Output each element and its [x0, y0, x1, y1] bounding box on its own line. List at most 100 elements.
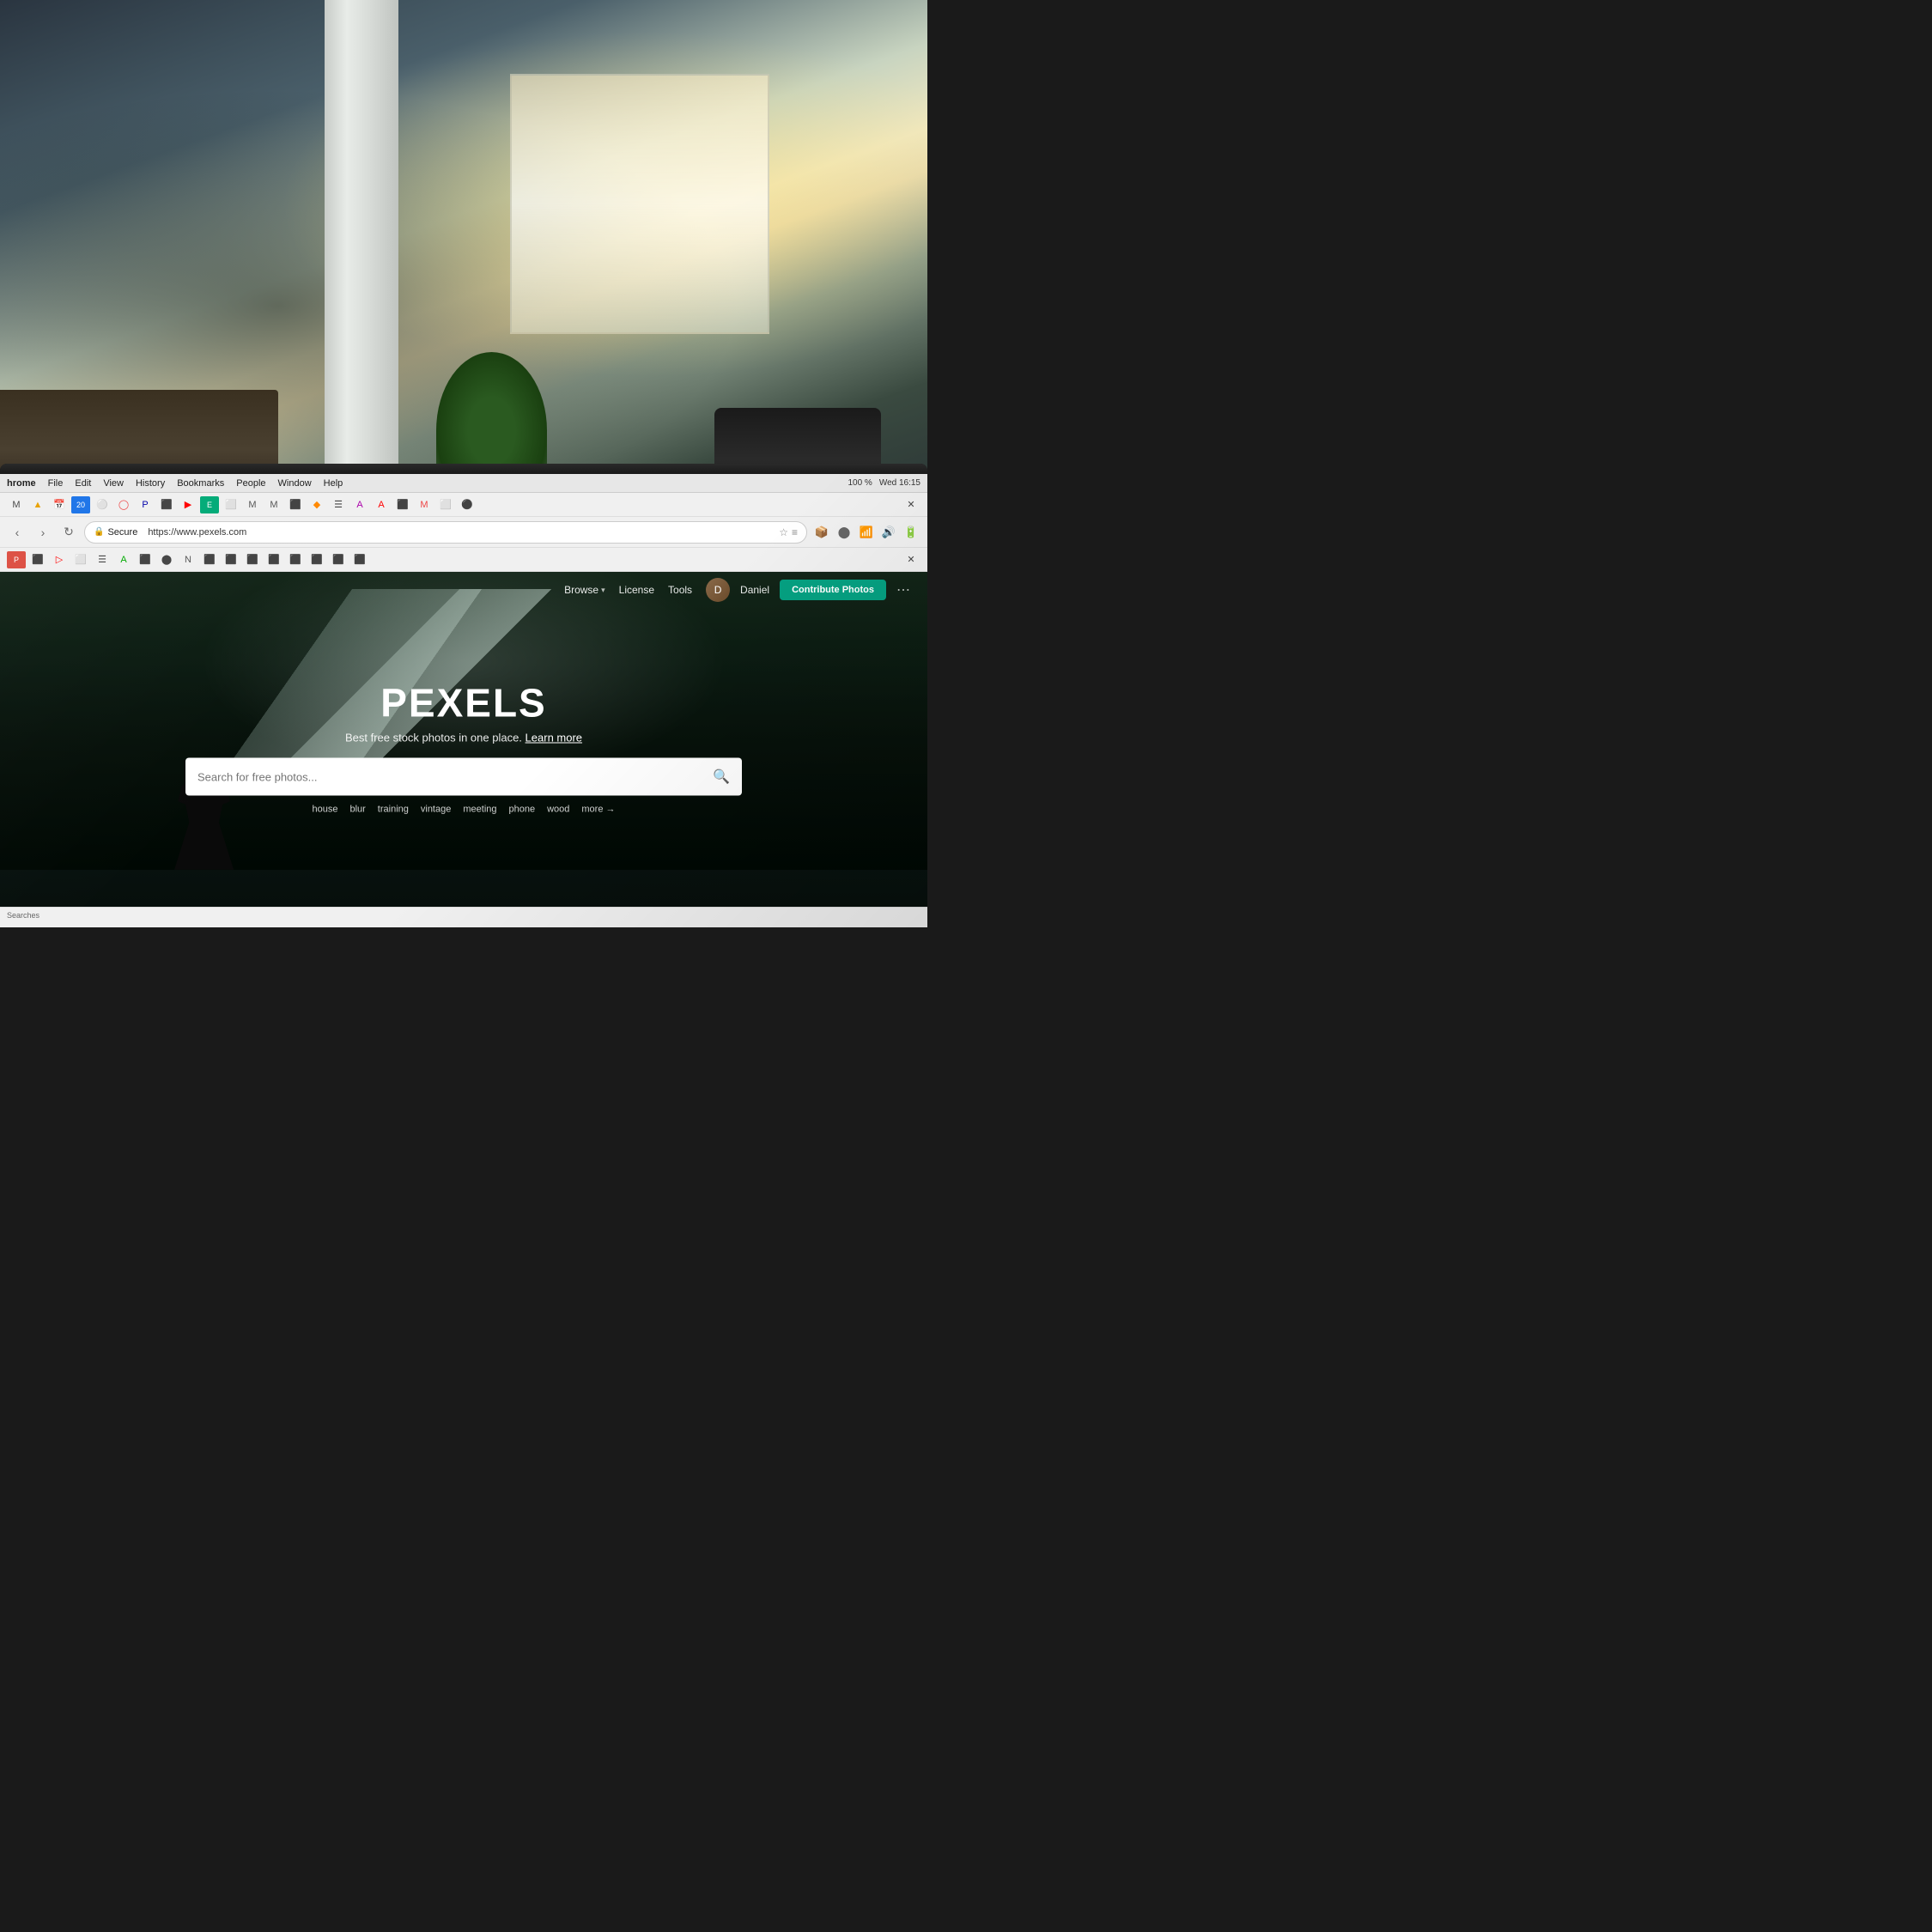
- ext-icon-3[interactable]: ◯: [114, 496, 133, 513]
- browse-dropdown-icon: ▾: [601, 586, 605, 595]
- forward-button[interactable]: ›: [33, 522, 53, 543]
- menubar-left: hrome File Edit View History Bookmarks P…: [7, 478, 837, 489]
- pexels-nav-right: D Daniel Contribute Photos ⋯: [706, 578, 910, 602]
- ext2-1[interactable]: P: [7, 551, 26, 568]
- ext-icon-4[interactable]: P: [136, 496, 155, 513]
- gmail-icon[interactable]: M: [7, 496, 26, 513]
- ext2-8[interactable]: ⬤: [157, 551, 176, 568]
- second-toolbar: P ⬛ ▷ ⬜ ☰ A ⬛ ⬤ N ⬛ ⬛ ⬛ ⬛ ⬛ ⬛ ⬛ ⬛ ✕: [0, 548, 927, 572]
- ext-icon-15[interactable]: A: [372, 496, 391, 513]
- ext2-7[interactable]: ⬛: [136, 551, 155, 568]
- menu-view[interactable]: View: [103, 478, 124, 489]
- contribute-photos-button[interactable]: Contribute Photos: [780, 580, 886, 600]
- ext-icon-14[interactable]: A: [350, 496, 369, 513]
- dropbox-icon[interactable]: 📦: [812, 523, 831, 542]
- wifi-icon[interactable]: 📶: [857, 523, 876, 542]
- menu-people[interactable]: People: [236, 478, 265, 489]
- chrome-icon[interactable]: ⬤: [835, 523, 854, 542]
- user-avatar[interactable]: D: [706, 578, 730, 602]
- ext-icon-13[interactable]: ☰: [329, 496, 348, 513]
- ext2-2[interactable]: ⬛: [28, 551, 47, 568]
- ext2-10[interactable]: ⬛: [200, 551, 219, 568]
- browser-status-bar: Searches: [0, 907, 927, 922]
- ext-icon-1[interactable]: 20: [71, 496, 90, 513]
- pexels-search-bar[interactable]: 🔍: [185, 758, 742, 796]
- search-tag-vintage[interactable]: vintage: [421, 805, 451, 815]
- ext-icon-16[interactable]: ⬛: [393, 496, 412, 513]
- search-tag-house[interactable]: house: [312, 805, 337, 815]
- pexels-website: Browse ▾ License Tools D Daniel Contribu…: [0, 572, 927, 922]
- menu-history[interactable]: History: [136, 478, 165, 489]
- ext-icon-6[interactable]: ▶: [179, 496, 197, 513]
- ext2-6[interactable]: A: [114, 551, 133, 568]
- ext-icon-18[interactable]: ⬜: [436, 496, 455, 513]
- menu-file[interactable]: File: [48, 478, 64, 489]
- google-drive-icon[interactable]: ▲: [28, 496, 47, 513]
- url-actions: ☆ ≡: [779, 526, 798, 538]
- menu-edit[interactable]: Edit: [75, 478, 91, 489]
- app-name: hrome: [7, 478, 36, 489]
- browser-window: hrome File Edit View History Bookmarks P…: [0, 474, 927, 927]
- search-tag-wood[interactable]: wood: [547, 805, 569, 815]
- ext2-13[interactable]: ⬛: [264, 551, 283, 568]
- battery-indicator: 100 %: [848, 478, 872, 488]
- battery-ext-icon[interactable]: 🔋: [902, 523, 920, 542]
- menu-help[interactable]: Help: [324, 478, 343, 489]
- ext2-11[interactable]: ⬛: [222, 551, 240, 568]
- browse-nav-link[interactable]: Browse ▾: [564, 584, 605, 596]
- more-options-button[interactable]: ⋯: [896, 581, 910, 598]
- tools-nav-link[interactable]: Tools: [668, 584, 692, 596]
- search-tag-meeting[interactable]: meeting: [463, 805, 496, 815]
- ext2-9[interactable]: N: [179, 551, 197, 568]
- menubar-right: 100 % Wed 16:15: [848, 478, 920, 488]
- chrome-extensions-bar: M ▲ 📅 20 ⚪ ◯ P ⬛ ▶ E ⬜ M M ⬛ ◆ ☰ A A ⬛ M…: [0, 493, 927, 517]
- address-bar: ‹ › ↻ 🔒 Secure https://www.pexels.com ☆ …: [0, 517, 927, 548]
- search-tags-row: house blur training vintage meeting phon…: [185, 805, 742, 815]
- ext-icon-10[interactable]: M: [264, 496, 283, 513]
- ext2-4[interactable]: ⬜: [71, 551, 90, 568]
- ext-icon-2[interactable]: ⚪: [93, 496, 112, 513]
- ext-icon-5[interactable]: ⬛: [157, 496, 176, 513]
- ext2-14[interactable]: ⬛: [286, 551, 305, 568]
- pexels-hero-content: PEXELS Best free stock photos in one pla…: [185, 680, 742, 815]
- menu-window[interactable]: Window: [278, 478, 312, 489]
- license-nav-link[interactable]: License: [619, 584, 654, 596]
- ext2-15[interactable]: ⬛: [307, 551, 326, 568]
- ext2-5[interactable]: ☰: [93, 551, 112, 568]
- os-menubar: hrome File Edit View History Bookmarks P…: [0, 474, 927, 493]
- bookmark-star[interactable]: ☆: [779, 526, 788, 538]
- ext-icon-7[interactable]: E: [200, 496, 219, 513]
- sound-icon[interactable]: 🔊: [879, 523, 898, 542]
- ext-icon-9[interactable]: M: [243, 496, 262, 513]
- user-name-label: Daniel: [740, 584, 769, 596]
- ext2-16[interactable]: ⬛: [329, 551, 348, 568]
- monitor: hrome File Edit View History Bookmarks P…: [0, 464, 927, 927]
- ext2-12[interactable]: ⬛: [243, 551, 262, 568]
- reader-icon[interactable]: ≡: [792, 526, 798, 538]
- search-tag-blur[interactable]: blur: [349, 805, 365, 815]
- ext2-3[interactable]: ▷: [50, 551, 69, 568]
- ext-icon-12[interactable]: ◆: [307, 496, 326, 513]
- url-display: https://www.pexels.com: [148, 527, 246, 538]
- search-icon[interactable]: 🔍: [713, 769, 730, 786]
- ext-icon-17[interactable]: M: [415, 496, 434, 513]
- back-button[interactable]: ‹: [7, 522, 27, 543]
- ext-icon-11[interactable]: ⬛: [286, 496, 305, 513]
- menu-bookmarks[interactable]: Bookmarks: [177, 478, 224, 489]
- search-input[interactable]: [197, 770, 706, 783]
- pexels-subtitle: Best free stock photos in one place. Lea…: [185, 732, 742, 744]
- search-tags-more[interactable]: more →: [581, 805, 615, 815]
- ext2-17[interactable]: ⬛: [350, 551, 369, 568]
- learn-more-link[interactable]: Learn more: [526, 732, 582, 744]
- search-tag-phone[interactable]: phone: [509, 805, 536, 815]
- reload-button[interactable]: ↻: [58, 522, 79, 543]
- status-text: Searches: [7, 911, 39, 920]
- ext-icon-19[interactable]: ⚫: [458, 496, 477, 513]
- pexels-site-title: PEXELS: [185, 680, 742, 726]
- tab-close-btn[interactable]: ✕: [902, 496, 920, 513]
- ext2-close[interactable]: ✕: [902, 551, 920, 568]
- search-tag-training[interactable]: training: [378, 805, 409, 815]
- ext-icon-8[interactable]: ⬜: [222, 496, 240, 513]
- calendar-icon[interactable]: 📅: [50, 496, 69, 513]
- url-bar[interactable]: 🔒 Secure https://www.pexels.com ☆ ≡: [84, 521, 807, 544]
